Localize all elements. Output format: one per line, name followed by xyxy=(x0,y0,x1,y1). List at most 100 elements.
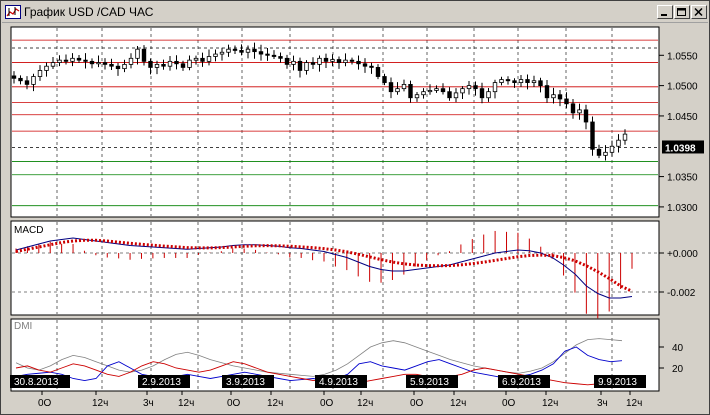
candle-body xyxy=(161,63,166,67)
candle-body xyxy=(479,88,485,99)
dmi-axis: 40 20 xyxy=(659,343,684,375)
candle-body xyxy=(408,84,413,99)
price-tick-label: 1.0450 xyxy=(667,112,698,123)
chart-area[interactable]: 1.0550 1.0500 1.0450 1.0350 1.0300 1.0398 MAC… xyxy=(2,23,708,413)
candle-body xyxy=(239,50,244,53)
time-label: 12ч xyxy=(357,398,373,409)
candle-body xyxy=(401,84,407,90)
candle-body xyxy=(596,148,602,156)
candle-body xyxy=(50,62,56,67)
candle-body xyxy=(148,60,153,68)
candle-body xyxy=(609,145,615,153)
candle-body xyxy=(427,90,433,93)
candle-body xyxy=(252,48,257,53)
candle-body xyxy=(570,103,576,114)
candle-body xyxy=(486,91,491,99)
chart-window: График USD /CAD ЧАС 1.0550 1.0500 1.0450 1.… xyxy=(0,0,710,415)
candle-body xyxy=(414,94,420,99)
time-axis: 0О 12ч 3ч 12ч 0О 12ч 0О 12ч 0О 12ч 0О 12ч 3ч 12ч xyxy=(38,391,642,409)
candle-body xyxy=(388,82,394,93)
time-label: 0О xyxy=(38,398,52,409)
candle-body xyxy=(122,63,127,70)
price-tick-label: 1.0550 xyxy=(667,51,698,62)
candle-body xyxy=(590,121,595,150)
candle-body xyxy=(440,88,446,93)
title-bar[interactable]: График USD /CAD ЧАС xyxy=(2,2,708,23)
candle-body xyxy=(336,59,342,63)
candle-body xyxy=(57,59,62,63)
candle-body xyxy=(219,51,225,55)
candle-body xyxy=(226,48,231,53)
candle-body xyxy=(180,63,186,68)
price-tick-label: 1.0500 xyxy=(667,82,698,93)
minimize-button[interactable] xyxy=(657,5,673,19)
date-label: 5.9.2013 xyxy=(406,375,458,388)
time-label: 12ч xyxy=(178,398,194,409)
candle-body xyxy=(564,98,569,105)
time-label: 12ч xyxy=(542,398,558,409)
time-label: 0О xyxy=(227,398,241,409)
time-label: 0О xyxy=(502,398,516,409)
price-tick-label: 1.0350 xyxy=(667,173,698,184)
candle-body xyxy=(349,59,355,62)
svg-text:5.9.2013: 5.9.2013 xyxy=(410,377,449,388)
candle-body xyxy=(76,57,82,61)
svg-text:3.9.2013: 3.9.2013 xyxy=(226,377,265,388)
candle-body xyxy=(356,60,361,65)
candle-body xyxy=(395,88,400,93)
maximize-icon xyxy=(677,8,686,16)
candle-body xyxy=(265,53,270,56)
macd-panel[interactable] xyxy=(10,220,660,316)
candle-body xyxy=(518,79,524,83)
close-button[interactable] xyxy=(691,5,707,19)
candle-body xyxy=(557,94,563,100)
candle-body xyxy=(193,57,199,61)
candle-body xyxy=(577,109,582,114)
candle-body xyxy=(375,67,381,77)
candle-body xyxy=(343,59,348,63)
candle-body xyxy=(89,60,95,65)
candle-body xyxy=(24,80,30,85)
chart-app-icon xyxy=(5,5,21,19)
candle-body xyxy=(213,53,218,57)
svg-text:2.9.2013: 2.9.2013 xyxy=(142,377,181,388)
candle-body xyxy=(245,48,251,53)
candle-body xyxy=(200,57,205,62)
candle-body xyxy=(284,57,290,65)
price-panel[interactable] xyxy=(10,26,660,218)
candle-body xyxy=(11,75,17,79)
candle-body xyxy=(538,80,543,87)
candle-body xyxy=(31,76,36,85)
candle-body xyxy=(96,62,101,65)
candle-body xyxy=(434,88,439,91)
candle-body xyxy=(291,60,296,65)
candle-body xyxy=(382,76,387,83)
candle-body xyxy=(421,91,426,96)
candle-body xyxy=(141,48,147,62)
candle-body xyxy=(317,57,322,65)
candle-body xyxy=(278,56,283,59)
candle-body xyxy=(115,65,121,70)
date-label: 2.9.2013 xyxy=(138,375,190,388)
candle-body xyxy=(362,63,368,67)
candle-body xyxy=(154,63,160,68)
candle-body xyxy=(551,94,556,99)
current-price-label: 1.0398 xyxy=(665,143,696,154)
price-axis: 1.0550 1.0500 1.0450 1.0350 1.0300 1.0398 xyxy=(659,51,704,214)
candle-body xyxy=(583,109,589,123)
candle-body xyxy=(109,63,114,67)
candle-body xyxy=(70,57,75,62)
time-label: 12ч xyxy=(267,398,283,409)
date-label: 4.9.2013 xyxy=(315,375,367,388)
candle-body xyxy=(512,80,517,83)
candle-body xyxy=(187,59,192,68)
maximize-button[interactable] xyxy=(674,5,690,19)
candle-body xyxy=(544,85,550,99)
candle-body xyxy=(83,59,88,62)
candle-body xyxy=(37,70,43,77)
time-label: 12ч xyxy=(626,398,642,409)
candle-body xyxy=(271,54,277,57)
candle-body xyxy=(531,80,537,83)
candle-body xyxy=(492,82,498,93)
candle-body xyxy=(102,62,108,65)
